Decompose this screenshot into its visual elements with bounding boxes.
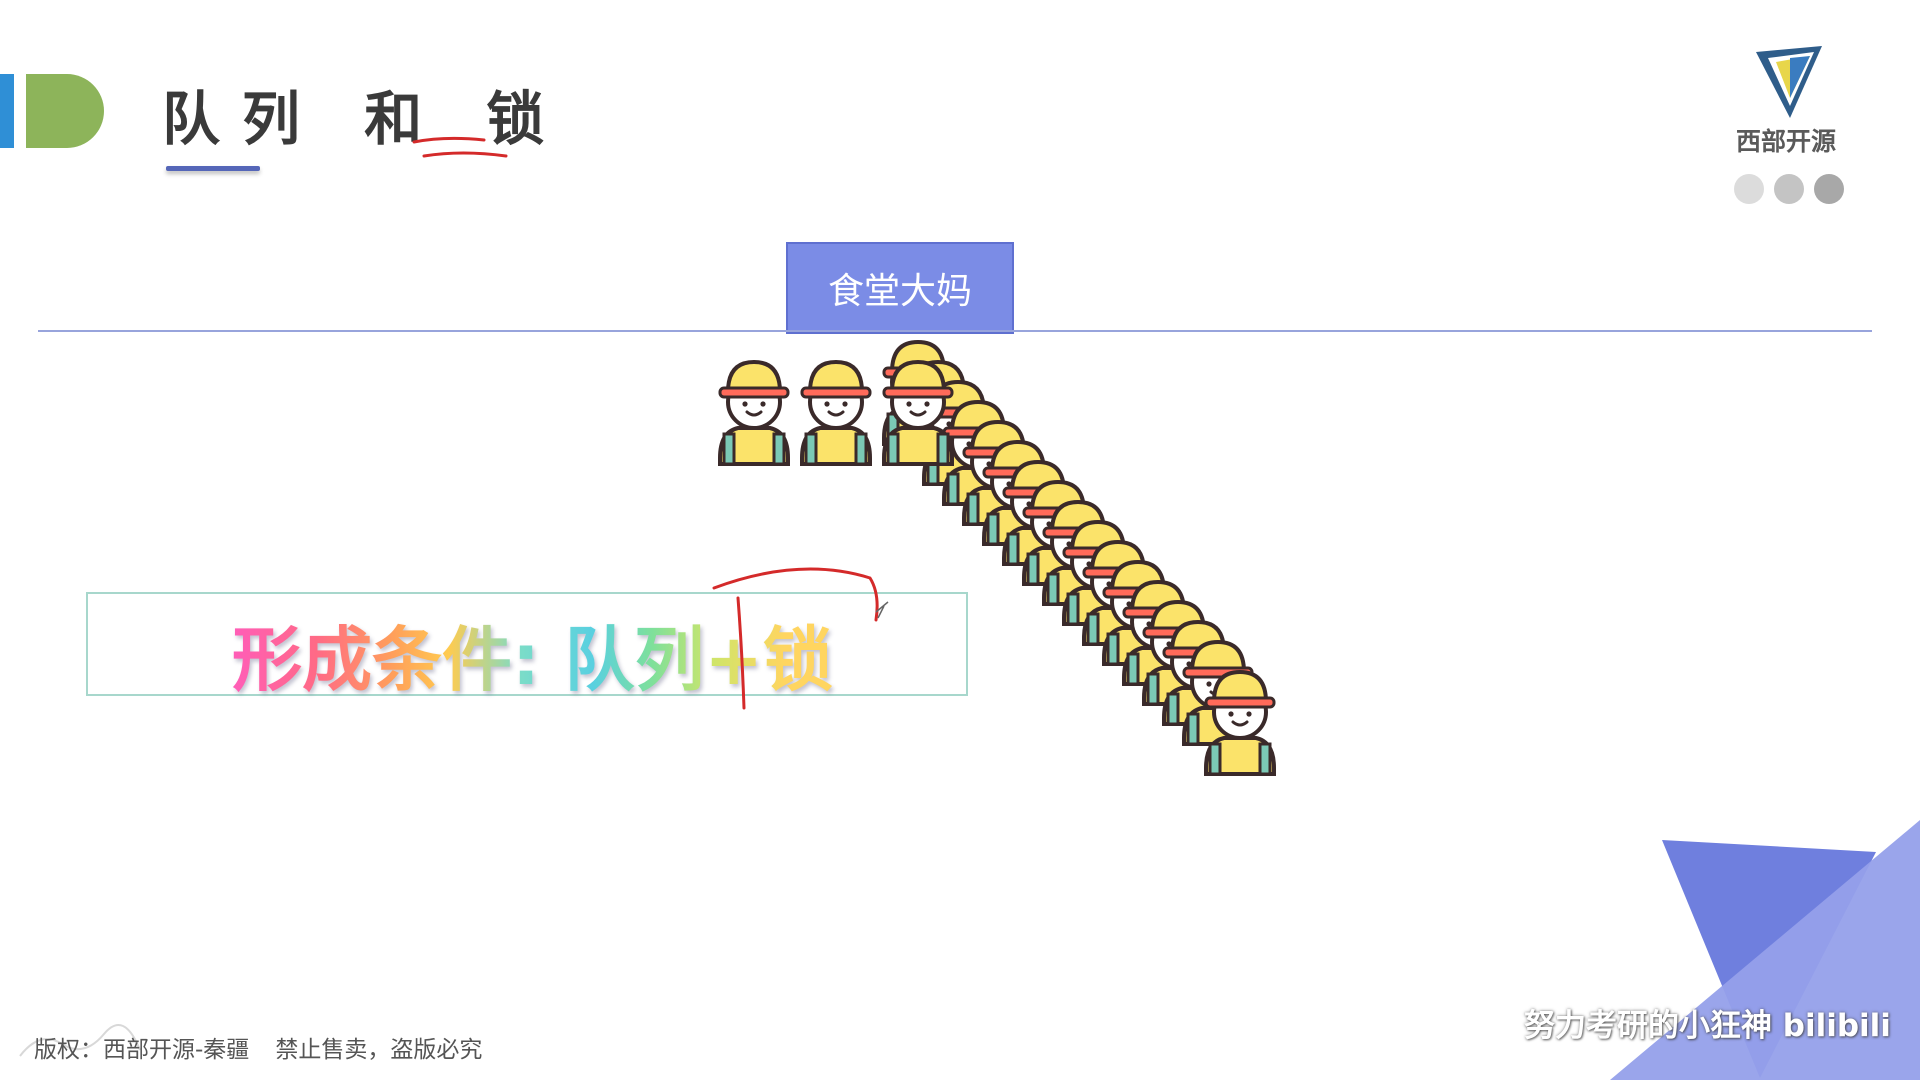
condition-annotation-bracket [712, 567, 879, 710]
annotation-layer [19, 136, 1920, 1080]
title-annotation-underline [412, 136, 508, 158]
footer: 版权：西部开源-秦疆 禁止售卖，盗版必究 [34, 1030, 482, 1064]
video-watermark: 努力考研的小狂神 bilibili [1524, 1008, 1891, 1044]
footer-copyright: 版权：西部开源-秦疆 [34, 1037, 250, 1063]
footer-notice: 禁止售卖，盗版必究 [275, 1037, 483, 1063]
